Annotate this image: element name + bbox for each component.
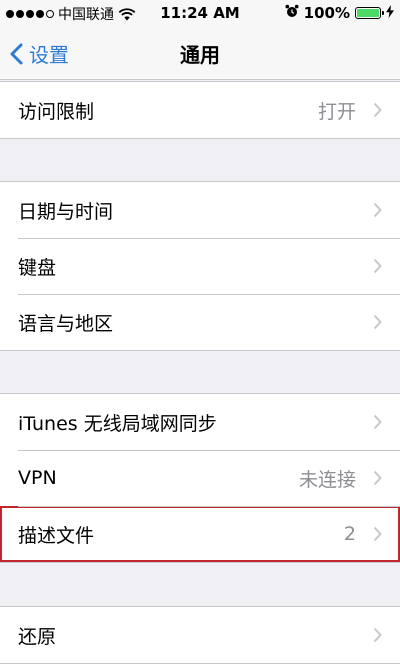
battery-fill (357, 9, 379, 17)
settings-group-sync-vpn-profiles: iTunes 无线局域网同步 VPN 未连接 描述文件 2 (0, 393, 400, 563)
row-value: 打开 (317, 100, 356, 123)
battery-icon (355, 7, 384, 19)
settings-group-restrictions: 访问限制 打开 (0, 81, 400, 139)
row-label: 访问限制 (18, 100, 95, 123)
status-bar: 中国联通 11:24 AM 100% (0, 0, 400, 26)
chevron-right-icon (373, 526, 382, 542)
chevron-right-icon (373, 102, 382, 118)
row-label: 描述文件 (18, 524, 95, 547)
settings-group-locale: 日期与时间 键盘 语言与地区 (0, 181, 400, 351)
settings-row-itunes-wifi-sync[interactable]: iTunes 无线局域网同步 (0, 394, 400, 450)
settings-row-date-time[interactable]: 日期与时间 (0, 182, 400, 238)
row-label: 日期与时间 (18, 200, 114, 223)
row-value: 2 (343, 523, 356, 545)
row-label: VPN (18, 467, 57, 489)
alarm-clock-icon (285, 4, 299, 22)
row-label: 语言与地区 (18, 312, 114, 335)
chevron-right-icon (373, 314, 382, 330)
page-title: 通用 (180, 43, 220, 67)
settings-row-reset[interactable]: 还原 (0, 607, 400, 663)
row-label: 还原 (18, 625, 57, 648)
chevron-right-icon (373, 414, 382, 430)
navigation-bar: 设置 通用 (0, 26, 400, 80)
settings-row-restrictions[interactable]: 访问限制 打开 (0, 82, 400, 138)
status-right: 100% (285, 4, 394, 22)
settings-row-vpn[interactable]: VPN 未连接 (0, 450, 400, 506)
settings-row-profiles[interactable]: 描述文件 2 (0, 506, 400, 562)
settings-group-reset: 还原 (0, 606, 400, 664)
settings-row-language-region[interactable]: 语言与地区 (0, 294, 400, 350)
settings-row-keyboard[interactable]: 键盘 (0, 238, 400, 294)
chevron-right-icon (373, 258, 382, 274)
chevron-right-icon (373, 627, 382, 643)
row-label: iTunes 无线局域网同步 (18, 412, 217, 435)
battery-percent: 100% (303, 4, 350, 22)
charging-bolt-icon (386, 4, 394, 22)
row-label: 键盘 (18, 256, 57, 279)
chevron-right-icon (373, 202, 382, 218)
row-value: 未连接 (298, 468, 356, 491)
chevron-right-icon (373, 470, 382, 486)
